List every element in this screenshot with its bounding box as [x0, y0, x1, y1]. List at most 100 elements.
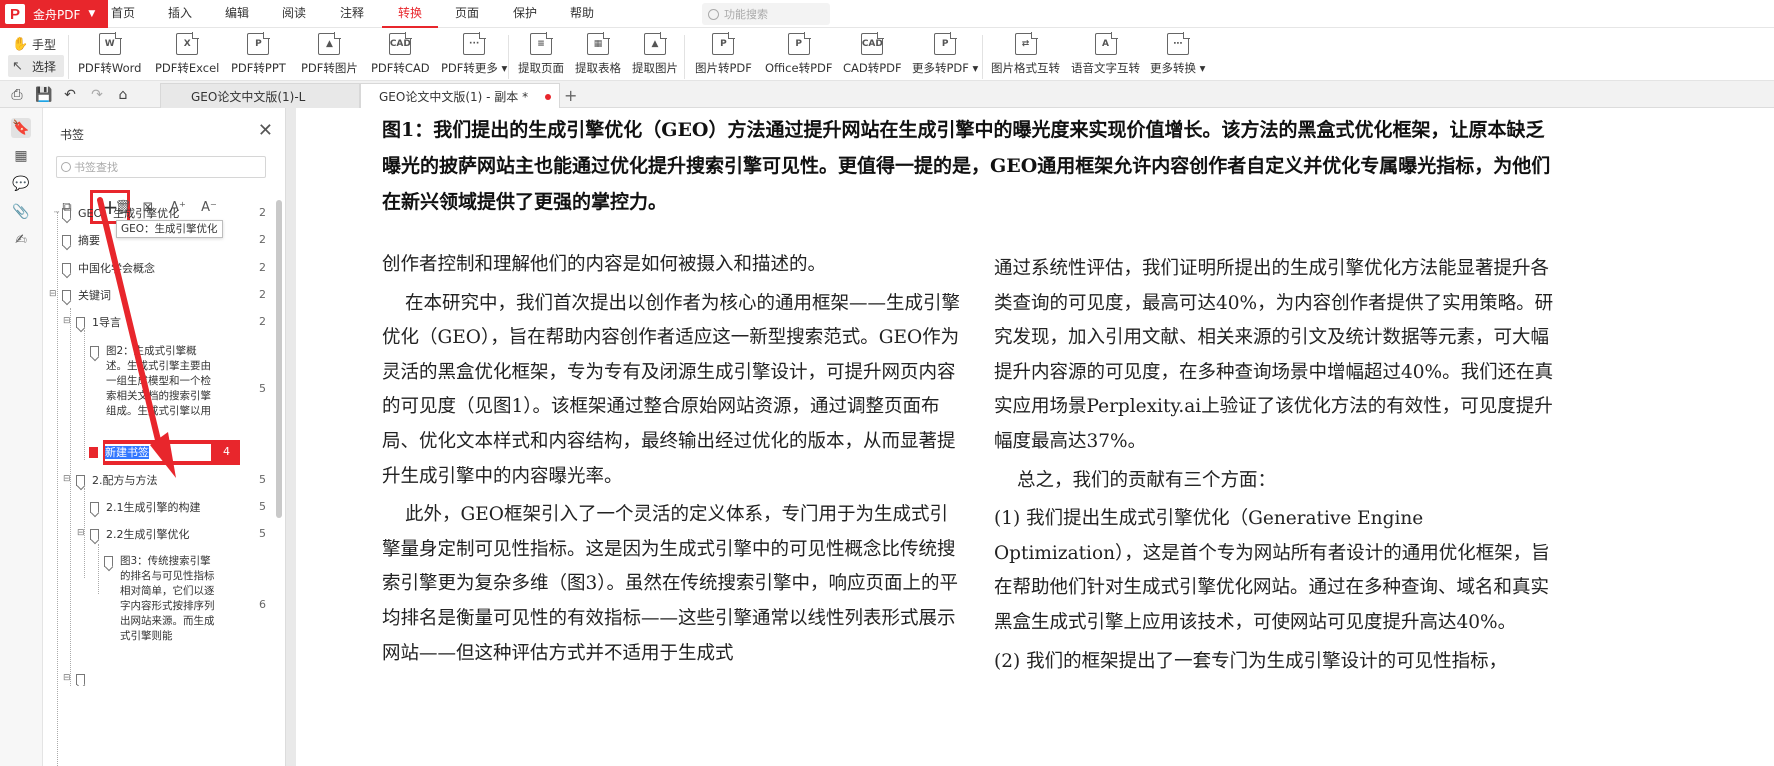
save-icon[interactable]: 💾	[35, 86, 53, 104]
collapse-icon[interactable]: ⊟	[63, 673, 71, 683]
left-side-strip: 🔖 ▦ 💬 📎 ✍	[0, 108, 43, 766]
extract-tables-button[interactable]: ▦ 提取表格	[575, 32, 621, 83]
pdf-to-image-button[interactable]: ▲ PDF转图片	[301, 32, 358, 83]
bookmark-page: 2	[259, 233, 266, 246]
collapse-icon[interactable]: ⊟	[77, 528, 85, 538]
select-tool-button[interactable]: ↖ 选择	[8, 55, 64, 77]
extract-images-label: 提取图片	[632, 61, 678, 75]
collapse-icon[interactable]: ⊟	[63, 316, 71, 326]
menu-convert[interactable]: 转换	[382, 0, 438, 28]
hand-icon: ✋	[12, 36, 29, 52]
pdf-to-ppt-button[interactable]: P PDF转PPT	[231, 32, 286, 83]
office-to-pdf-label: Office转PDF	[765, 61, 833, 75]
redo-icon[interactable]: ↷	[88, 86, 106, 104]
more-to-pdf-button[interactable]: P 更多转PDF ▾	[912, 32, 978, 83]
left-column: 创作者控制和理解他们的内容是如何被摄入和描述的。 在本研究中，我们首次提出以创作…	[382, 248, 960, 675]
bookmark-page: 5	[259, 527, 266, 540]
undo-icon[interactable]: ↶	[61, 86, 79, 104]
menu-edit[interactable]: 编辑	[222, 0, 252, 28]
search-icon	[708, 8, 719, 20]
new-bookmark-row[interactable]: 新建书签 4	[89, 440, 240, 465]
extract-pages-button[interactable]: ≡ 提取页面	[518, 32, 564, 83]
pdf-to-excel-button[interactable]: X PDF转Excel	[155, 32, 220, 83]
speech-text-convert-button[interactable]: A 语音文字互转	[1071, 32, 1140, 83]
extract-images-button[interactable]: ▲ 提取图片	[632, 32, 678, 83]
bookmark-label: 图2：生成式引擎概述。生成式引擎主要由一组生成模型和一个检索相关文档的搜索引擎组…	[106, 345, 211, 417]
bookmark-label: 中国化学会概念	[78, 262, 155, 275]
panel-scrollbar[interactable]	[276, 200, 282, 518]
app-menu-button[interactable]: P 金舟PDF ▼	[0, 0, 108, 28]
pdf-to-more-button[interactable]: ··· PDF转更多 ▾	[441, 32, 508, 83]
bookmark-icon	[62, 290, 71, 301]
thumbnails-icon[interactable]: ▦	[11, 146, 31, 166]
scroll-gutter	[286, 108, 296, 766]
menu-page[interactable]: 页面	[452, 0, 482, 28]
more-convert-label: 更多转换 ▾	[1150, 61, 1206, 75]
bookmark-icon	[76, 475, 85, 486]
pdf-to-cad-label: PDF转CAD	[371, 61, 430, 75]
extract-pages-label: 提取页面	[518, 61, 564, 75]
pdf-to-word-button[interactable]: W PDF转Word	[78, 32, 141, 83]
new-bookmark-name-input[interactable]: 新建书签	[105, 444, 211, 461]
bookmark-label: GEO：生成引擎优化	[78, 207, 180, 220]
speech-text-icon: A	[1094, 32, 1118, 55]
feature-search-input[interactable]: 功能搜索	[702, 3, 830, 25]
menu-annotate[interactable]: 注释	[337, 0, 367, 28]
hand-tool-label: 手型	[32, 37, 57, 52]
close-icon[interactable]: ✕	[258, 122, 273, 140]
print-icon[interactable]: ⎙	[8, 86, 26, 104]
panel-title: 书签	[60, 128, 85, 142]
bookmark-search-input[interactable]: 书签查找	[56, 156, 266, 178]
more-convert-button[interactable]: ⋯ 更多转换 ▾	[1150, 32, 1206, 83]
hand-tool-button[interactable]: ✋ 手型	[8, 33, 64, 55]
add-tab-icon[interactable]: +	[564, 86, 577, 105]
collapse-icon[interactable]: ⊟	[63, 474, 71, 484]
menu-home[interactable]: 首页	[108, 0, 138, 28]
bookmark-page: 2	[259, 261, 266, 274]
bookmark-icon	[62, 235, 71, 246]
tab-document-2[interactable]: GEO论文中文版(1) - 副本 *	[360, 83, 560, 109]
figure-caption: 图1：我们提出的生成引擎优化（GEO）方法通过提升网站在生成引擎中的曝光度来实现…	[382, 119, 1551, 213]
image-to-pdf-button[interactable]: P 图片转PDF	[695, 32, 752, 83]
divider	[68, 35, 69, 79]
comments-icon[interactable]: 💬	[11, 174, 31, 194]
search-icon	[61, 162, 71, 172]
table-icon: ▦	[587, 32, 610, 55]
tab-document-1[interactable]: GEO论文中文版(1)-L	[160, 83, 360, 109]
cad-to-pdf-button[interactable]: CAD CAD转PDF	[843, 32, 902, 83]
office-to-pdf-button[interactable]: P Office转PDF	[765, 32, 833, 83]
paragraph: 此外，GEO框架引入了一个灵活的定义体系，专门用于为生成式引擎量身定制可见性指标…	[382, 504, 959, 664]
bookmark-item[interactable]: 图2：生成式引擎概述。生成式引擎主要由一组生成模型和一个检索相关文档的搜索引擎组…	[44, 344, 276, 436]
menu-help[interactable]: 帮助	[567, 0, 597, 28]
feature-search-placeholder: 功能搜索	[724, 8, 768, 21]
bookmark-page: 5	[259, 473, 266, 486]
pdf-to-cad-button[interactable]: CAD PDF转CAD	[371, 32, 430, 83]
pdf-to-ppt-label: PDF转PPT	[231, 61, 286, 75]
bookmark-panel: 书签 ✕ 书签查找 ⧉ + 🗑 ⊠ A⁺ A⁻ ┄ GEO：生成引擎优化 2 摘…	[44, 108, 286, 766]
bookmark-page: 2	[259, 315, 266, 328]
pdf-to-image-label: PDF转图片	[301, 61, 358, 75]
pdf-to-more-label: PDF转更多 ▾	[441, 61, 508, 75]
bookmark-label: 1导言	[92, 316, 121, 329]
bookmark-flag-icon	[89, 447, 98, 458]
signature-icon[interactable]: ✍	[11, 230, 31, 250]
bookmark-panel-icon[interactable]: 🔖	[11, 118, 31, 138]
home-icon[interactable]: ⌂	[114, 86, 132, 104]
paragraph: 创作者控制和理解他们的内容是如何被摄入和描述的。	[382, 254, 827, 275]
cad-to-pdf-label: CAD转PDF	[843, 61, 902, 75]
collapse-icon[interactable]: ⊟	[49, 289, 57, 299]
menu-protect[interactable]: 保护	[510, 0, 540, 28]
image-format-convert-button[interactable]: ⇄ 图片格式互转	[991, 32, 1060, 83]
bookmark-item[interactable]: 图3：传统搜索引擎的排名与可见性指标相对简单，它们以逐字内容形式按排序列出网站来…	[44, 554, 276, 662]
attachment-icon[interactable]: 📎	[11, 202, 31, 222]
decrease-font-icon[interactable]: A⁻	[198, 196, 220, 218]
menu-insert[interactable]: 插入	[165, 0, 195, 28]
image-file-icon: ▲	[318, 32, 342, 55]
new-bookmark-text: 新建书签	[105, 446, 149, 459]
bookmark-item[interactable]: ⊟	[44, 672, 276, 686]
bookmark-page: 5	[259, 500, 266, 513]
menu-read[interactable]: 阅读	[279, 0, 309, 28]
divider	[982, 35, 983, 79]
excel-file-icon: X	[176, 32, 200, 55]
pdf-to-excel-label: PDF转Excel	[155, 61, 220, 75]
